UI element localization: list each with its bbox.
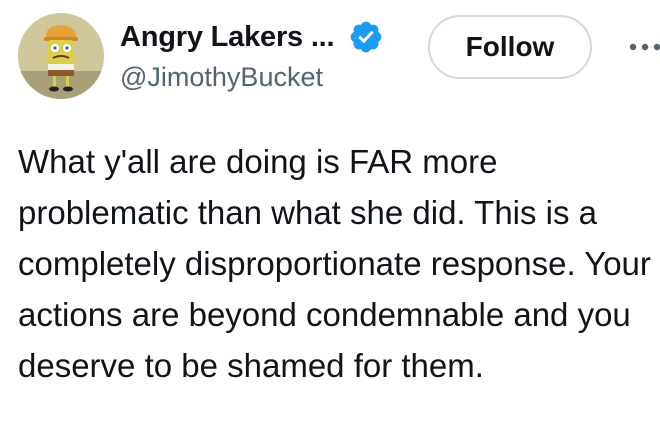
author-name-row: Angry Lakers ... [120, 18, 384, 56]
follow-button[interactable]: Follow [428, 15, 592, 79]
tweet-card: Angry Lakers ... @JimothyBucket Follow W… [0, 0, 660, 444]
verified-badge-icon[interactable] [348, 19, 384, 55]
avatar[interactable] [18, 13, 104, 99]
more-options-button[interactable] [624, 30, 660, 64]
spongebob-avatar-icon [18, 13, 104, 99]
more-horizontal-icon [629, 43, 660, 51]
author-handle[interactable]: @JimothyBucket [120, 62, 323, 93]
author-display-name[interactable]: Angry Lakers ... [120, 21, 335, 54]
tweet-text: What y'all are doing is FAR more problem… [18, 143, 651, 384]
